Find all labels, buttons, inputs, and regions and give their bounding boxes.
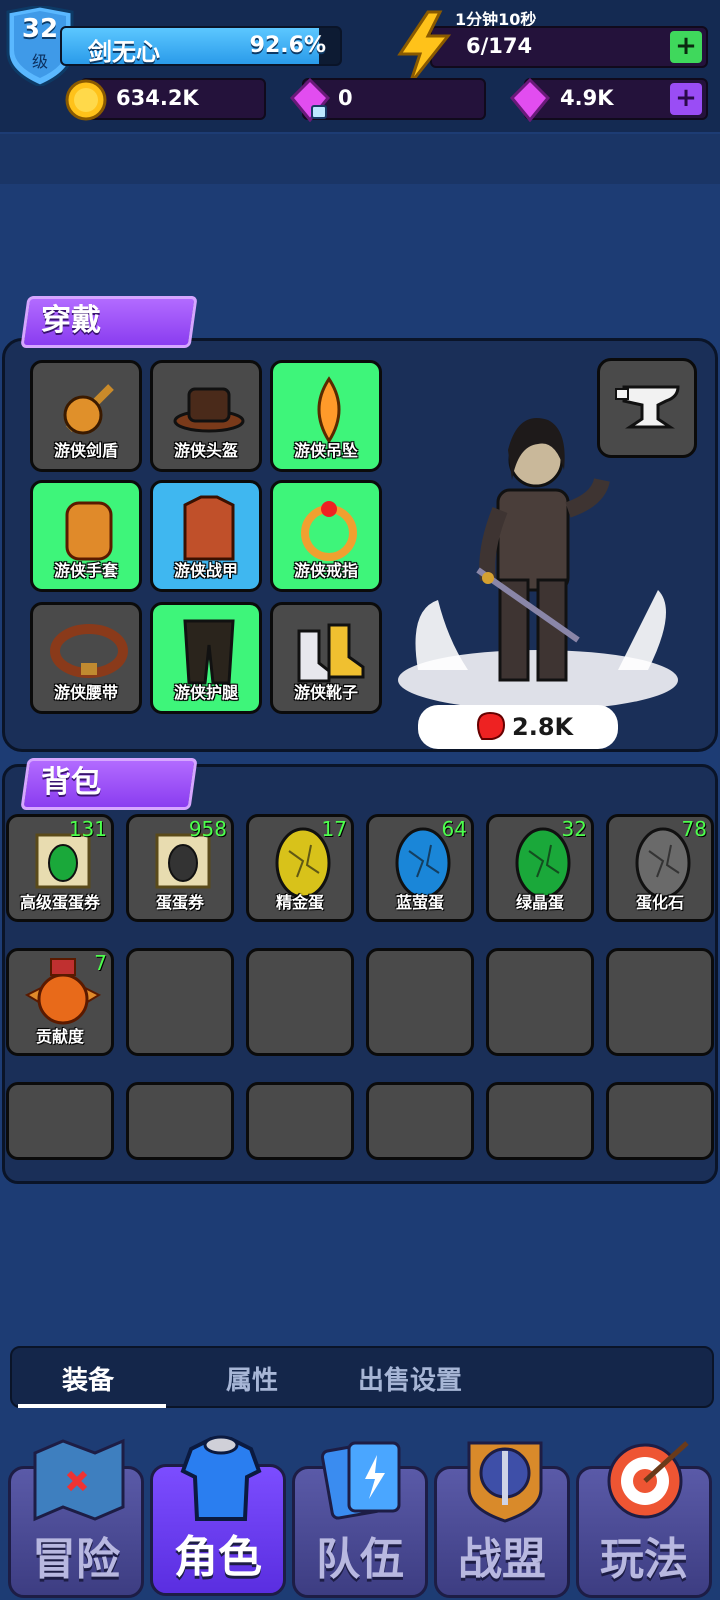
- gem-value: 4.9K: [560, 86, 614, 110]
- bag-item[interactable]: 78 蛋化石: [606, 814, 714, 922]
- nav-gameplay[interactable]: 玩法: [576, 1441, 712, 1598]
- bag-item-label: 贡献度: [35, 1027, 84, 1046]
- bag-item-label: 绿晶蛋: [515, 893, 564, 912]
- add-gem-button[interactable]: +: [670, 83, 702, 115]
- bag-empty-slot: [366, 1082, 474, 1160]
- equipment-slot[interactable]: 游侠靴子: [270, 602, 382, 714]
- bag-section-tab: 背包: [20, 758, 198, 810]
- bag-item-count: 958: [188, 817, 227, 841]
- bag-item[interactable]: 32 绿晶蛋: [486, 814, 594, 922]
- map-icon: [33, 1438, 125, 1522]
- armor-icon: [180, 1435, 262, 1521]
- equipment-slot-label: 游侠头盔: [173, 441, 238, 460]
- bag-item[interactable]: 958 蛋蛋券: [126, 814, 234, 922]
- equipment-section-tab: 穿戴: [20, 296, 198, 348]
- equipment-slot-label: 游侠戒指: [293, 561, 358, 580]
- nav-label: 角色: [174, 1532, 262, 1583]
- bag-item[interactable]: 7 贡献度: [6, 948, 114, 1056]
- energy-box: 6/174 +: [430, 26, 708, 68]
- bag-item-label: 蓝萤蛋: [395, 893, 444, 912]
- bag-empty-slot: [126, 948, 234, 1056]
- bag-empty-slot: [246, 1082, 354, 1160]
- nav-label: 玩法: [600, 1534, 688, 1585]
- bag-item-label: 蛋化石: [635, 893, 684, 912]
- bag-item-count: 131: [68, 817, 107, 841]
- equipment-slot-label: 游侠战甲: [173, 561, 238, 580]
- hero-character: [398, 418, 678, 710]
- tab-sell-settings[interactable]: 出售设置: [358, 1360, 462, 1397]
- equipment-slot[interactable]: 游侠戒指: [270, 480, 382, 592]
- equipment-slot[interactable]: 游侠手套: [30, 480, 142, 592]
- equipment-slot-label: 游侠手套: [53, 561, 118, 580]
- bag-item-count: 78: [681, 817, 707, 841]
- locked-gem-icon: [289, 78, 331, 122]
- bag-title: 背包: [41, 765, 102, 800]
- equipment-slot-label: 游侠吊坠: [293, 441, 358, 460]
- bag-item-count: 32: [561, 817, 587, 841]
- equipment-slot-label: 游侠剑盾: [53, 441, 118, 460]
- bag-item-count: 7: [94, 951, 107, 975]
- bottom-nav: 冒险 角色 队伍 战盟 玩法: [0, 1416, 720, 1600]
- target-icon: [607, 1441, 689, 1519]
- equipment-slot[interactable]: 游侠腰带: [30, 602, 142, 714]
- equipment-slot[interactable]: 游侠战甲: [150, 480, 262, 592]
- tab-attributes[interactable]: 属性: [226, 1360, 278, 1397]
- nav-label: 战盟: [458, 1534, 546, 1585]
- equipment-slot[interactable]: 游侠头盔: [150, 360, 262, 472]
- tab-underline: [18, 1404, 166, 1408]
- equipment-slot[interactable]: 游侠剑盾: [30, 360, 142, 472]
- bag-empty-slot: [126, 1082, 234, 1160]
- nav-character[interactable]: 角色: [150, 1435, 286, 1596]
- exp-bar: 剑无心 92.6%: [60, 26, 342, 66]
- bag-empty-slot: [486, 1082, 594, 1160]
- sub-bar: [0, 134, 720, 184]
- exp-percent: 92.6%: [249, 33, 326, 58]
- gold-value: 634.2K: [116, 86, 199, 110]
- equipment-slot[interactable]: 游侠护腿: [150, 602, 262, 714]
- equipment-slot-label: 游侠腰带: [53, 683, 118, 702]
- player-name: 剑无心: [88, 38, 160, 66]
- nav-label: 冒险: [32, 1534, 120, 1585]
- bag-empty-slot: [606, 1082, 714, 1160]
- nav-adventure[interactable]: 冒险: [8, 1438, 144, 1598]
- nav-label: 队伍: [316, 1534, 404, 1585]
- bag-item-label: 精金蛋: [275, 893, 324, 912]
- alliance-shield-icon: [467, 1441, 543, 1523]
- boxing-glove-icon: [476, 711, 506, 740]
- bag-item-count: 17: [321, 817, 347, 841]
- gem-icon: [509, 78, 551, 122]
- energy-value: 6/174: [466, 34, 533, 58]
- bag-empty-slot: [486, 948, 594, 1056]
- nav-team[interactable]: 队伍: [292, 1441, 428, 1598]
- bag-item-count: 64: [441, 817, 467, 841]
- tab-equipment[interactable]: 装备: [62, 1360, 114, 1397]
- bag-empty-slot: [246, 948, 354, 1056]
- bag-item[interactable]: 17 精金蛋: [246, 814, 354, 922]
- bag-empty-slot: [6, 1082, 114, 1160]
- bag-empty-slot: [366, 948, 474, 1056]
- bag-item[interactable]: 131 高级蛋蛋券: [6, 814, 114, 922]
- cards-icon: [320, 1441, 401, 1520]
- bag-item-label: 蛋蛋券: [155, 893, 204, 912]
- bag-item-label: 高级蛋蛋券: [19, 893, 100, 912]
- bag-item[interactable]: 64 蓝萤蛋: [366, 814, 474, 922]
- add-energy-button[interactable]: +: [670, 31, 702, 63]
- power-value: 2.8K: [512, 713, 574, 741]
- equipment-title: 穿戴: [41, 303, 102, 338]
- locked-gem-value: 0: [338, 86, 353, 110]
- bag-empty-slot: [606, 948, 714, 1056]
- sub-tabs: 装备 属性 出售设置: [10, 1346, 714, 1408]
- lightning-icon: [397, 10, 452, 85]
- equipment-slot-label: 游侠护腿: [173, 683, 238, 702]
- equipment-slot-label: 游侠靴子: [293, 683, 358, 702]
- power-box: 2.8K: [418, 705, 618, 749]
- equipment-slot[interactable]: 游侠吊坠: [270, 360, 382, 472]
- nav-alliance[interactable]: 战盟: [434, 1441, 570, 1598]
- gold-coin-icon: [65, 79, 107, 121]
